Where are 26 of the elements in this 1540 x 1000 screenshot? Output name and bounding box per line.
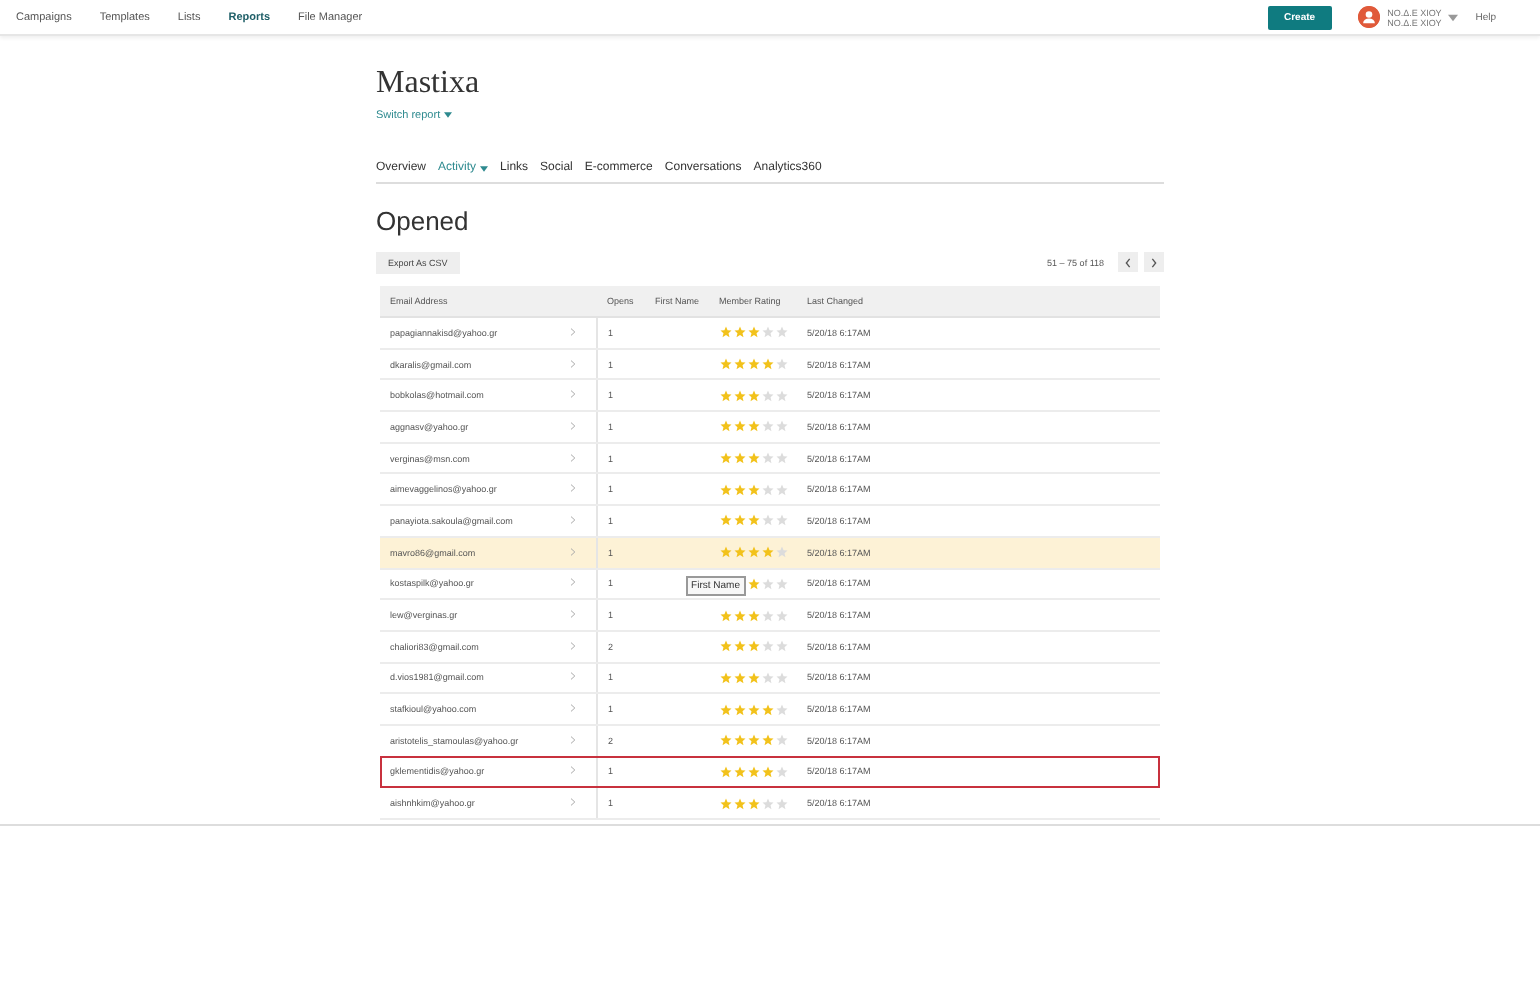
- chevron-icon[interactable]: [570, 390, 576, 399]
- chevron-icon[interactable]: [570, 547, 576, 556]
- chevron-icon[interactable]: [570, 798, 576, 807]
- chevron-icon[interactable]: [570, 735, 576, 744]
- chevron-icon[interactable]: [570, 672, 576, 681]
- chevron-icon[interactable]: [570, 421, 576, 430]
- previous-page-button[interactable]: [1118, 252, 1138, 272]
- chevron-icon[interactable]: [570, 578, 576, 587]
- chevron-left-icon: [1124, 257, 1132, 267]
- avatar-icon[interactable]: [1357, 6, 1380, 28]
- chevron-icon[interactable]: [570, 610, 576, 619]
- chevron-icon[interactable]: [570, 359, 576, 368]
- caret-icon[interactable]: [443, 112, 452, 118]
- chevron-icon[interactable]: [570, 453, 576, 462]
- next-page-button[interactable]: [1144, 252, 1164, 272]
- chevron-icon[interactable]: [570, 327, 576, 336]
- chevron-icon[interactable]: [570, 766, 576, 775]
- chevron-icon[interactable]: [570, 641, 576, 650]
- chevron-icon[interactable]: [570, 704, 576, 713]
- caret-icon[interactable]: [1447, 13, 1458, 21]
- caret-icon[interactable]: [480, 165, 489, 171]
- chevron-icon[interactable]: [570, 484, 576, 493]
- chevron-right-icon: [1150, 257, 1158, 267]
- chevron-icon[interactable]: [570, 515, 576, 524]
- report-title: Mastixa: [376, 66, 480, 102]
- section-title: Opened: [376, 206, 469, 236]
